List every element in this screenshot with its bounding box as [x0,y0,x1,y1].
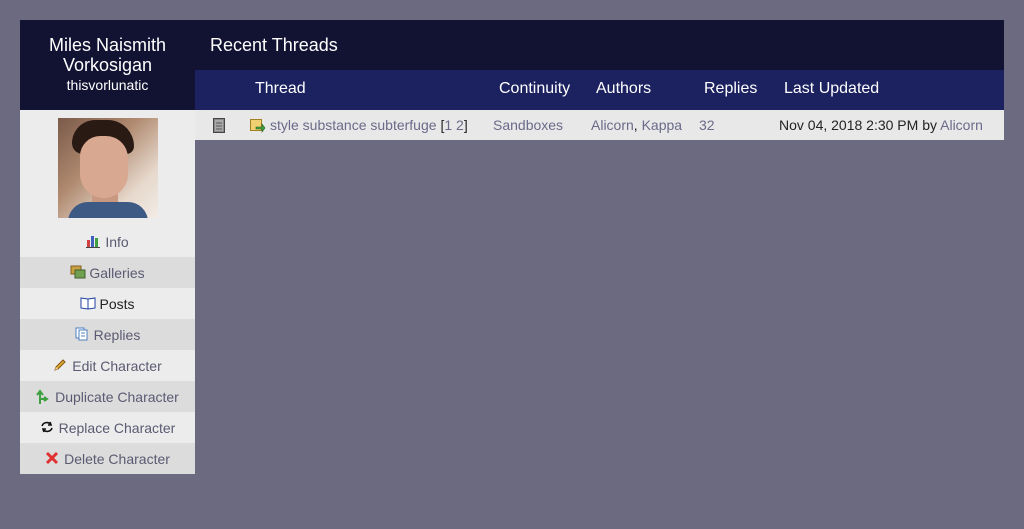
unread-book-icon[interactable] [213,118,225,136]
character-screenname: thisvorlunatic [66,77,149,93]
character-sidebar: Miles Naismith Vorkosigan thisvorlunatic… [20,20,195,474]
avatar-container [20,110,195,226]
table-header: Thread Continuity Authors Replies Last U… [195,70,1004,110]
page-link-1[interactable]: 1 [444,117,452,133]
menu-item-label: Duplicate Character [55,388,179,405]
menu-item-replace-character[interactable]: Replace Character [20,412,195,443]
recent-threads-panel: Recent Threads Thread Continuity Authors… [195,20,1004,140]
by-word: by [922,117,937,133]
menu-item-label: Replies [93,326,141,343]
documents-icon [75,327,89,341]
menu-item-label: Replace Character [58,419,176,436]
chart-bar-icon [86,234,101,248]
pencil-icon [53,358,67,372]
menu-item-replies[interactable]: Replies [20,319,195,350]
avatar [57,118,158,218]
menu-item-label: Galleries [89,264,145,281]
menu-item-info[interactable]: Info [20,226,195,257]
images-icon [70,265,86,279]
last-updated-cell: Nov 04, 2018 2:30 PM by Alicorn [779,117,983,133]
column-header-last-updated: Last Updated [784,80,880,97]
character-menu: Info Galleries Posts Replies Edit Charac… [20,226,195,474]
split-arrow-icon [36,388,50,404]
replies-count: 32 [699,117,715,133]
last-updated-time: Nov 04, 2018 2:30 PM [779,117,919,133]
thread-title-link[interactable]: style substance subterfuge [270,117,437,133]
menu-item-delete-character[interactable]: Delete Character [20,443,195,474]
character-name: Miles Naismith Vorkosigan [48,35,167,75]
menu-item-label: Posts [99,295,135,312]
continuity-link[interactable]: Sandboxes [493,117,563,133]
column-header-authors: Authors [596,80,652,97]
character-header: Miles Naismith Vorkosigan thisvorlunatic [20,20,195,110]
menu-item-edit-character[interactable]: Edit Character [20,350,195,381]
menu-item-duplicate-character[interactable]: Duplicate Character [20,381,195,412]
menu-item-label: Delete Character [64,450,170,467]
column-header-thread: Thread [255,80,306,97]
thread-title-cell: style substance subterfuge [1 2] [270,117,468,133]
author-link[interactable]: Alicorn [591,117,634,133]
column-header-replies: Replies [704,80,758,97]
go-to-latest-icon[interactable] [250,119,266,136]
authors-cell: Alicorn, Kappa [591,117,683,133]
refresh-icon [40,420,54,434]
menu-item-galleries[interactable]: Galleries [20,257,195,288]
page-link-2[interactable]: 2 [456,117,464,133]
last-author-link[interactable]: Alicorn [940,117,983,133]
table-row: style substance subterfuge [1 2] Sandbox… [195,110,1004,140]
open-book-icon [80,296,96,310]
column-header-continuity: Continuity [499,80,571,97]
menu-item-posts[interactable]: Posts [20,288,195,319]
panel-title: Recent Threads [195,20,1004,70]
author-link[interactable]: Kappa [642,117,682,133]
red-x-icon [45,451,59,465]
menu-item-label: Info [105,233,129,250]
menu-item-label: Edit Character [72,357,162,374]
